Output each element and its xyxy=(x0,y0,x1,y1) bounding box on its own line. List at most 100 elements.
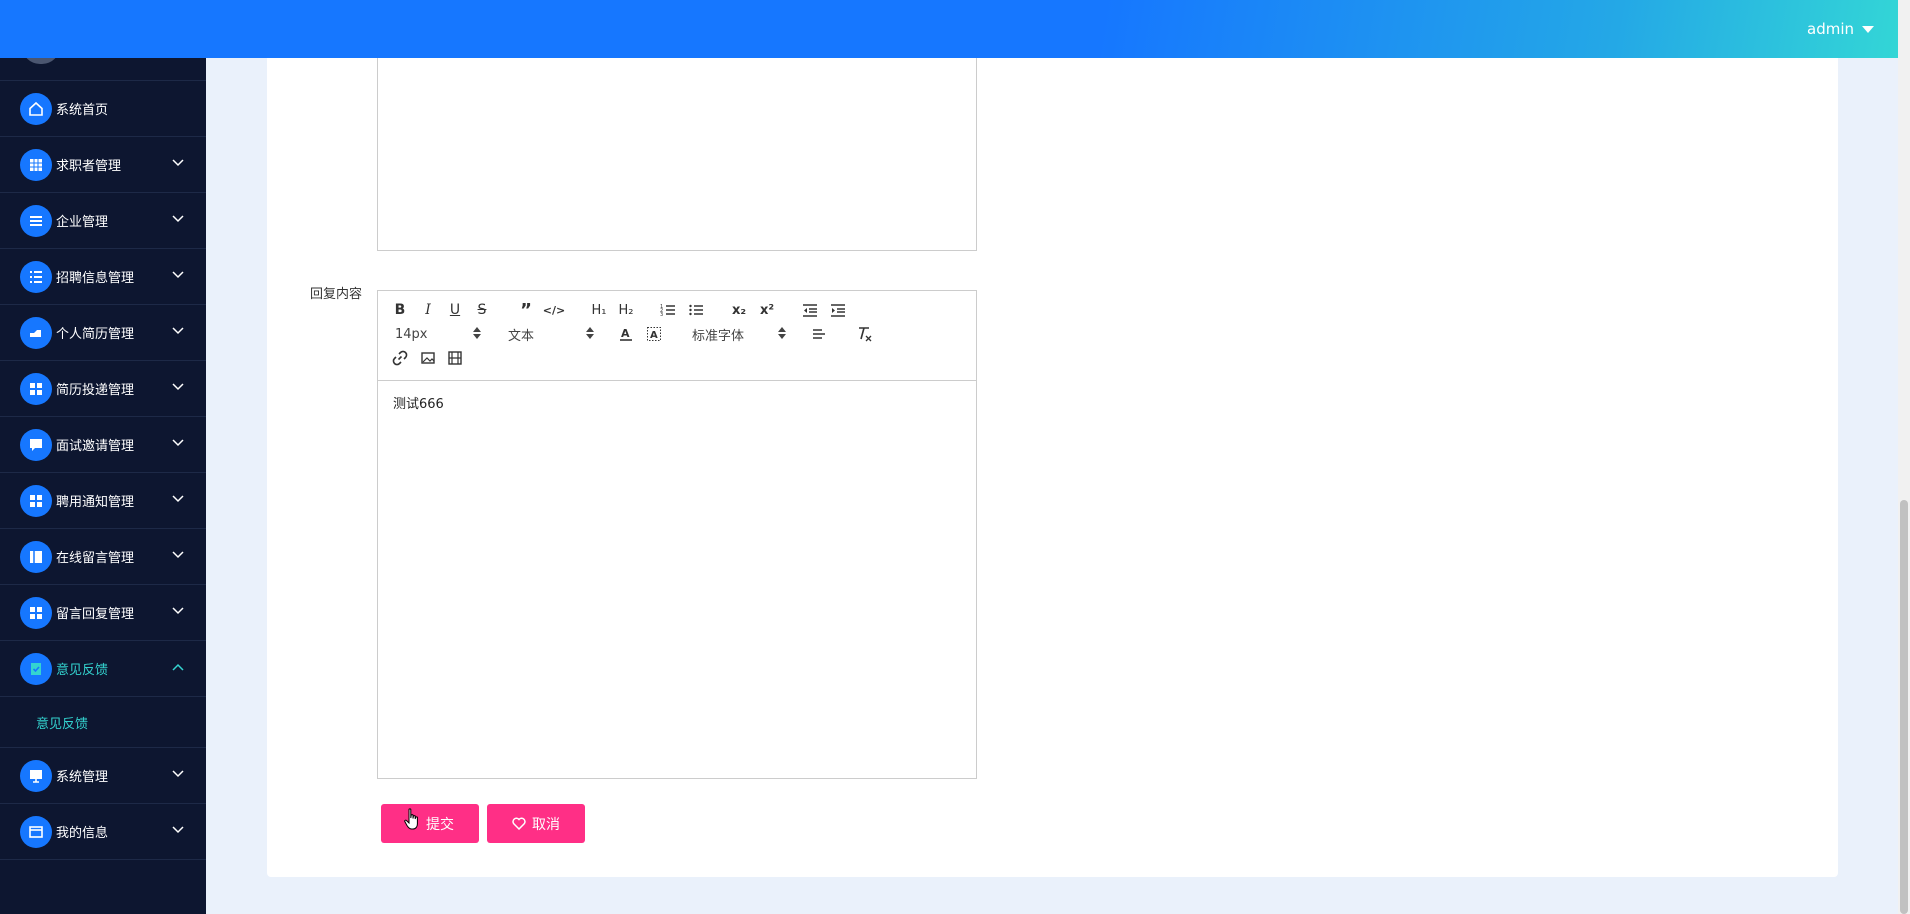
submenu-item-label: 意见反馈 xyxy=(36,716,89,732)
list-icon xyxy=(20,260,52,293)
sidebar-item-messages[interactable]: 在线留言管理 xyxy=(0,528,206,584)
sidebar-item-feedback[interactable]: 意见反馈 xyxy=(0,640,206,696)
reply-content-editor: B I U S ” </> H₁ H₂ 123 x₂ x² 14px 文本 A … xyxy=(377,290,977,779)
font-size-value: 14px xyxy=(395,326,428,342)
sidebar-item-label: 留言回复管理 xyxy=(56,607,135,622)
italic-icon[interactable]: I xyxy=(419,301,437,319)
chevron-down-icon xyxy=(172,551,184,559)
sidebar-item-system[interactable]: 系统管理 xyxy=(0,747,206,803)
clear-format-icon[interactable] xyxy=(855,325,873,343)
submenu-item-feedback[interactable]: 意见反馈 xyxy=(0,696,206,747)
sidebar-item-recruitment[interactable]: 招聘信息管理 xyxy=(0,248,206,304)
submit-button[interactable]: 提交 xyxy=(381,804,479,843)
strikethrough-icon[interactable]: S xyxy=(473,301,491,319)
clipboard-check-icon xyxy=(20,652,52,685)
video-icon[interactable] xyxy=(446,349,464,367)
sidebar-item-hiring[interactable]: 聘用通知管理 xyxy=(0,472,206,528)
sidebar-item-label: 系统管理 xyxy=(56,770,109,785)
chevron-down-icon xyxy=(172,215,184,223)
sidebar-item-home[interactable]: 系统首页 xyxy=(0,80,206,136)
svg-text:A: A xyxy=(621,327,630,340)
sidebar-item-resume[interactable]: 个人简历管理 xyxy=(0,304,206,360)
editor-content[interactable]: 测试666 xyxy=(378,381,976,424)
select-arrows-icon xyxy=(778,327,786,339)
ordered-list-icon[interactable]: 123 xyxy=(659,301,677,319)
header-select[interactable]: 文本 xyxy=(508,325,594,344)
chevron-up-icon xyxy=(172,663,184,671)
reply-content-label: 回复内容 xyxy=(310,287,363,302)
outdent-icon[interactable] xyxy=(801,301,819,319)
chevron-down-icon xyxy=(172,826,184,834)
font-family-select[interactable]: 标准字体 xyxy=(692,325,786,344)
sidebar-item-company[interactable]: 企业管理 xyxy=(0,192,206,248)
subscript-icon[interactable]: x₂ xyxy=(730,301,748,319)
sidebar-item-label: 招聘信息管理 xyxy=(56,271,135,286)
indent-icon[interactable] xyxy=(829,301,847,319)
editor-text: 测试666 xyxy=(393,397,444,412)
bold-icon[interactable]: B xyxy=(391,301,409,319)
chevron-down-icon xyxy=(172,439,184,447)
sidebar-item-label: 简历投递管理 xyxy=(56,383,135,398)
image-icon[interactable] xyxy=(419,349,437,367)
sidebar-item-replies[interactable]: 留言回复管理 xyxy=(0,584,206,640)
chevron-down-icon xyxy=(172,607,184,615)
cancel-label: 取消 xyxy=(532,816,560,833)
superscript-icon[interactable]: x² xyxy=(758,301,776,319)
heart-icon xyxy=(512,817,526,830)
sidebar-item-label: 我的信息 xyxy=(56,826,109,841)
sidebar-divider xyxy=(0,859,206,860)
code-block-icon[interactable]: </> xyxy=(543,301,565,319)
apps-icon xyxy=(20,372,52,405)
chevron-down-icon xyxy=(172,271,184,279)
sidebar-item-delivery[interactable]: 简历投递管理 xyxy=(0,360,206,416)
header1-icon[interactable]: H₁ xyxy=(588,301,610,319)
hand-cursor-icon xyxy=(404,808,418,830)
link-icon[interactable] xyxy=(391,349,409,367)
select-arrows-icon xyxy=(586,327,594,339)
sidebar-item-label: 系统首页 xyxy=(56,103,109,118)
chevron-down-icon xyxy=(172,383,184,391)
monitor-icon xyxy=(20,759,52,792)
sidebar-item-label: 在线留言管理 xyxy=(56,551,135,566)
sidebar-item-jobseekers[interactable]: 求职者管理 xyxy=(0,136,206,192)
sidebar-item-label: 个人简历管理 xyxy=(56,327,135,342)
cancel-button[interactable]: 取消 xyxy=(487,804,585,843)
editor-toolbar: B I U S ” </> H₁ H₂ 123 x₂ x² 14px 文本 A … xyxy=(378,291,976,381)
background-color-icon[interactable]: A xyxy=(645,325,663,343)
sidebar-item-interview[interactable]: 面试邀请管理 xyxy=(0,416,206,472)
sidebar-item-label: 意见反馈 xyxy=(56,663,109,678)
page-scrollbar[interactable] xyxy=(1898,58,1910,914)
book-icon xyxy=(20,540,52,573)
align-left-icon[interactable] xyxy=(810,325,828,343)
text-color-icon[interactable]: A xyxy=(617,325,635,343)
svg-text:A: A xyxy=(650,330,658,341)
blockquote-icon[interactable]: ” xyxy=(517,300,535,321)
bullet-list-icon[interactable] xyxy=(687,301,705,319)
sidebar-item-profile[interactable]: 我的信息 xyxy=(0,803,206,859)
chat-icon xyxy=(20,428,52,461)
previous-editor-area[interactable] xyxy=(377,40,977,251)
font-size-select[interactable]: 14px xyxy=(395,325,481,343)
sidebar-item-label: 面试邀请管理 xyxy=(56,439,135,454)
chevron-down-icon xyxy=(172,327,184,335)
hand-icon xyxy=(20,316,52,349)
apps-icon xyxy=(20,484,52,517)
font-family-value: 标准字体 xyxy=(692,328,745,344)
top-header: admin xyxy=(0,0,1898,58)
username: admin xyxy=(1807,20,1854,38)
caret-down-icon xyxy=(1862,25,1874,33)
chevron-down-icon xyxy=(172,159,184,167)
user-menu[interactable]: admin xyxy=(1807,20,1874,38)
apps-icon xyxy=(20,596,52,629)
chevron-down-icon xyxy=(172,770,184,778)
sidebar-item-label: 求职者管理 xyxy=(56,159,122,174)
sidebar-item-label: 企业管理 xyxy=(56,215,109,230)
card-icon xyxy=(20,815,52,848)
grid-icon xyxy=(20,148,52,181)
underline-icon[interactable]: U xyxy=(446,301,464,319)
sidebar-item-label: 聘用通知管理 xyxy=(56,495,135,510)
list-icon xyxy=(20,204,52,237)
header-select-value: 文本 xyxy=(508,328,535,344)
header2-icon[interactable]: H₂ xyxy=(615,301,637,319)
scrollbar-thumb[interactable] xyxy=(1900,500,1908,914)
